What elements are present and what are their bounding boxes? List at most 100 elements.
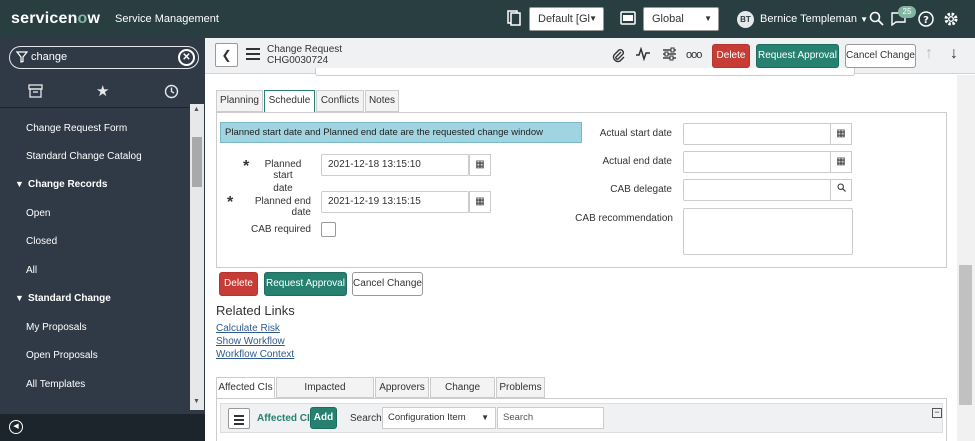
scroll-up-icon[interactable]: ▲	[193, 106, 200, 113]
cab-delegate-input[interactable]	[683, 179, 831, 201]
scrollbar-thumb[interactable]	[959, 265, 972, 405]
navigator-tabs: ★	[0, 78, 205, 108]
list-context-menu-icon[interactable]	[228, 408, 250, 429]
tab-approvers[interactable]: Approvers	[375, 377, 429, 398]
application-navigator: change ✕ ★ Change Request Form Standard …	[0, 38, 205, 441]
request-approval-button[interactable]: Request Approval	[264, 272, 347, 296]
form-content: ❮ Change Request CHG0030724 ooo Delete R…	[205, 38, 975, 441]
avatar[interactable]: BT	[737, 11, 754, 28]
planned-end-label: Planned end date	[254, 196, 311, 218]
calendar-icon[interactable]: ▦	[830, 123, 852, 145]
tab-problems[interactable]: Problems	[496, 377, 545, 398]
update-set-icon[interactable]	[507, 10, 521, 29]
cab-required-label: CAB required	[250, 224, 311, 235]
navigator-filter[interactable]: change ✕	[9, 46, 199, 69]
previous-record-icon[interactable]: ↑	[925, 45, 933, 63]
nav-item-my-proposals[interactable]: My Proposals	[0, 313, 190, 341]
link-calculate-risk[interactable]: Calculate Risk	[216, 323, 280, 334]
application-scope-select[interactable]: Global ▼	[643, 7, 719, 31]
calendar-icon[interactable]: ▦	[830, 151, 852, 173]
cab-recommendation-textarea[interactable]	[683, 208, 853, 255]
add-button[interactable]: Add	[310, 407, 337, 429]
tab-notes[interactable]: Notes	[365, 90, 399, 112]
search-field-select[interactable]: Configuration Item ▼	[382, 407, 496, 429]
mandatory-indicator: *	[243, 158, 250, 175]
tab-affected-cis[interactable]: Affected CIs	[216, 377, 275, 399]
nav-item-all-templates[interactable]: All Templates	[0, 370, 190, 398]
clear-filter-icon[interactable]: ✕	[178, 49, 195, 66]
collapse-triangle-icon: ▼	[15, 293, 24, 303]
filter-input[interactable]: change	[31, 51, 67, 63]
filter-icon	[15, 51, 29, 66]
info-message: Planned start date and Planned end date …	[220, 122, 582, 143]
planned-start-date-input[interactable]: 2021-12-18 13:15:10	[321, 154, 469, 176]
description-field-bottom	[315, 68, 855, 76]
calendar-icon[interactable]: ▦	[469, 191, 491, 213]
nav-section-standard-change[interactable]: ▼ Standard Change	[0, 284, 190, 312]
scroll-down-icon[interactable]: ▼	[193, 398, 200, 405]
activity-icon[interactable]	[635, 46, 651, 64]
back-button[interactable]: ❮	[215, 43, 238, 67]
nav-item-standard-change-catalog[interactable]: Standard Change Catalog	[0, 142, 190, 170]
favorites-star-icon[interactable]: ★	[96, 82, 109, 100]
next-record-icon[interactable]: ↓	[950, 45, 958, 63]
tab-planning[interactable]: Planning	[216, 90, 263, 112]
cancel-change-button[interactable]: Cancel Change	[845, 44, 916, 68]
search-icon[interactable]	[869, 11, 884, 29]
tab-conflicts[interactable]: Conflicts	[316, 90, 364, 112]
update-set-select[interactable]: Default [Gl ▼	[529, 7, 604, 31]
related-list-toolbar: Affected CIs Add Search Configuration It…	[220, 403, 943, 433]
planned-end-date-input[interactable]: 2021-12-19 13:15:15	[321, 191, 469, 213]
nav-section-change-records[interactable]: ▼ Change Records	[0, 170, 190, 198]
cancel-change-button[interactable]: Cancel Change	[352, 272, 423, 296]
tab-change-tasks[interactable]: Change Tasks	[430, 377, 495, 412]
request-approval-button[interactable]: Request Approval	[756, 44, 839, 68]
calendar-icon[interactable]: ▦	[469, 154, 491, 176]
top-banner: servicenow Service Management Default [G…	[0, 0, 975, 38]
nav-item-open-proposals[interactable]: Open Proposals	[0, 341, 190, 369]
cab-recommendation-label: CAB recommendation	[575, 213, 673, 224]
help-icon[interactable]: ?	[918, 11, 934, 30]
page-scrollbar[interactable]	[957, 75, 975, 441]
user-menu[interactable]: Bernice Templeman ▼	[760, 13, 868, 25]
history-clock-icon[interactable]	[164, 84, 179, 102]
record-number: CHG0030724	[267, 55, 329, 66]
list-title[interactable]: Affected CIs	[257, 413, 315, 424]
collapse-list-icon[interactable]: −	[932, 408, 942, 418]
attachment-icon[interactable]	[611, 47, 625, 66]
application-scope-icon[interactable]	[620, 11, 636, 28]
nav-item-change-request-form[interactable]: Change Request Form	[0, 114, 190, 142]
actual-start-date-input[interactable]	[683, 123, 831, 145]
link-show-workflow[interactable]: Show Workflow	[216, 336, 285, 347]
app-name: Service Management	[115, 13, 219, 25]
actual-end-label: Actual end date	[602, 156, 673, 167]
personalize-sliders-icon[interactable]	[662, 47, 677, 64]
navigator-scrollbar[interactable]: ▲ ▼	[190, 104, 204, 410]
more-options-icon[interactable]: ooo	[686, 49, 702, 61]
actual-end-date-input[interactable]	[683, 151, 831, 173]
search-label: Search	[350, 413, 382, 424]
context-menu-icon[interactable]	[246, 48, 260, 63]
nav-item-closed[interactable]: Closed	[0, 227, 190, 255]
cab-required-checkbox[interactable]	[321, 222, 336, 237]
delete-button[interactable]: Delete	[712, 44, 750, 68]
delete-button[interactable]: Delete	[219, 272, 258, 296]
servicenow-logo[interactable]: servicenow	[11, 10, 100, 28]
all-apps-icon[interactable]	[28, 84, 43, 101]
list-search-input[interactable]: Search	[497, 407, 604, 429]
nav-item-all[interactable]: All	[0, 256, 190, 284]
nav-item-open[interactable]: Open	[0, 199, 190, 227]
actual-start-label: Actual start date	[599, 128, 672, 139]
form-title: Change Request	[267, 44, 343, 55]
cab-delegate-label: CAB delegate	[610, 184, 672, 195]
gear-icon[interactable]	[943, 11, 959, 30]
tab-schedule[interactable]: Schedule	[264, 90, 315, 113]
navigator-footer: ◀	[0, 414, 205, 441]
related-links-heading: Related Links	[216, 303, 295, 318]
scrollbar-thumb[interactable]	[192, 137, 202, 187]
lookup-search-icon[interactable]	[830, 179, 852, 201]
tab-impacted-services[interactable]: Impacted Services/CIs	[276, 377, 374, 412]
collapse-navigator-icon[interactable]: ◀	[9, 420, 23, 434]
link-workflow-context[interactable]: Workflow Context	[216, 349, 294, 360]
svg-text:?: ?	[923, 15, 929, 26]
